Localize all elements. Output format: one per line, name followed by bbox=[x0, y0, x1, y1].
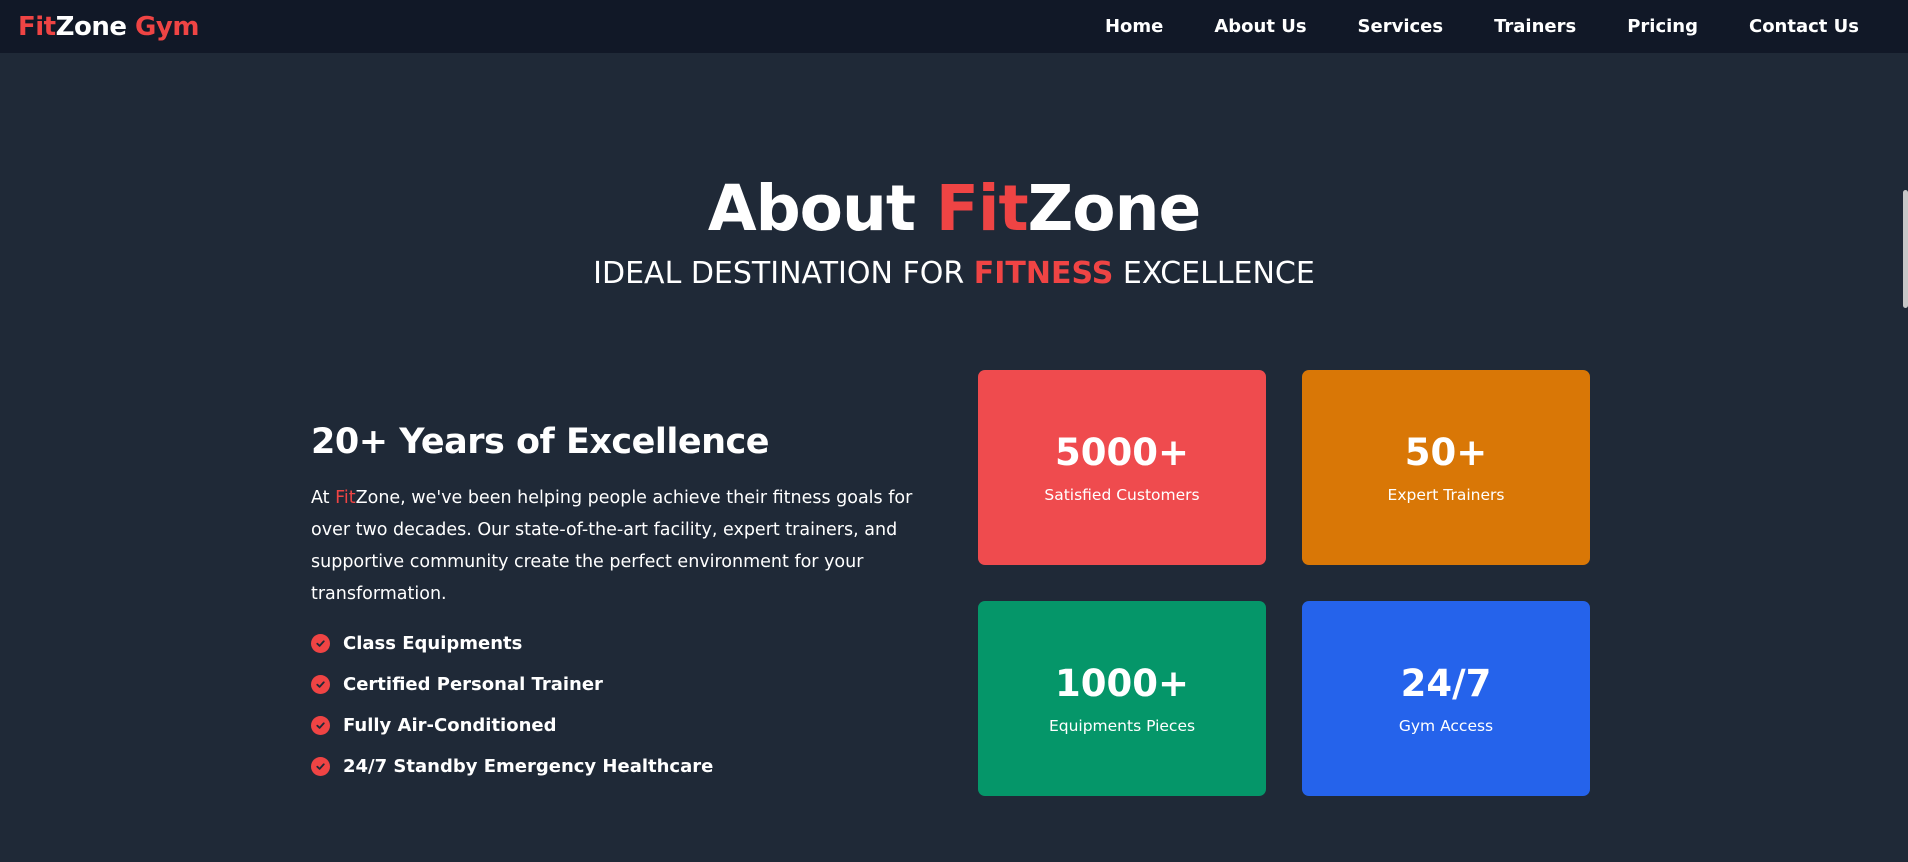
stat-card-equipment: 1000+ Equipments Pieces bbox=[978, 601, 1266, 796]
stat-card-trainers: 50+ Expert Trainers bbox=[1302, 370, 1590, 565]
feature-item: Fully Air-Conditioned bbox=[311, 705, 931, 746]
subtitle-end: EXCELLENCE bbox=[1113, 256, 1315, 291]
about-para-fit: Fit bbox=[335, 488, 356, 508]
top-navbar: FitZone Gym Home About Us Services Train… bbox=[0, 0, 1908, 53]
stat-card-access: 24/7 Gym Access bbox=[1302, 601, 1590, 796]
nav-link-trainers[interactable]: Trainers bbox=[1494, 16, 1576, 37]
stat-card-customers: 5000+ Satisfied Customers bbox=[978, 370, 1266, 565]
subtitle-fitness: FITNESS bbox=[973, 256, 1114, 291]
title-about: About bbox=[707, 172, 936, 245]
stat-label: Gym Access bbox=[1398, 717, 1494, 735]
nav-links: Home About Us Services Trainers Pricing … bbox=[1105, 16, 1859, 37]
nav-link-services[interactable]: Services bbox=[1358, 16, 1444, 37]
feature-item: Certified Personal Trainer bbox=[311, 664, 931, 705]
stat-value: 1000+ bbox=[1055, 662, 1189, 705]
nav-link-contact-us[interactable]: Contact Us bbox=[1749, 16, 1859, 37]
feature-list: Class Equipments Certified Personal Trai… bbox=[311, 623, 931, 787]
about-heading: 20+ Years of Excellence bbox=[311, 422, 770, 462]
about-paragraph: At FitZone, we've been helping people ac… bbox=[311, 482, 931, 610]
logo-fit: Fit bbox=[18, 11, 56, 42]
title-fit: Fit bbox=[935, 172, 1029, 245]
stat-label: Expert Trainers bbox=[1387, 486, 1505, 504]
about-para-at: At bbox=[311, 488, 336, 508]
page-title: About FitZone bbox=[0, 172, 1908, 245]
feature-label: Certified Personal Trainer bbox=[343, 674, 603, 695]
nav-link-about-us[interactable]: About Us bbox=[1214, 16, 1306, 37]
stat-label: Satisfied Customers bbox=[1044, 486, 1200, 504]
page-subtitle: IDEAL DESTINATION FOR FITNESS EXCELLENCE bbox=[0, 256, 1908, 291]
nav-link-home[interactable]: Home bbox=[1105, 16, 1163, 37]
feature-label: Class Equipments bbox=[343, 633, 523, 654]
stat-value: 24/7 bbox=[1400, 662, 1492, 705]
stat-label: Equipments Pieces bbox=[1048, 717, 1196, 735]
feature-item: Class Equipments bbox=[311, 623, 931, 664]
title-zone: Zone bbox=[1027, 172, 1202, 245]
subtitle-start: IDEAL DESTINATION FOR bbox=[593, 256, 974, 291]
site-logo[interactable]: FitZone Gym bbox=[18, 12, 199, 42]
about-section: 20+ Years of Excellence At FitZone, we'v… bbox=[311, 422, 931, 787]
check-circle-icon bbox=[311, 716, 330, 735]
nav-link-pricing[interactable]: Pricing bbox=[1627, 16, 1698, 37]
check-circle-icon bbox=[311, 757, 330, 776]
about-para-rest: Zone, we've been helping people achieve … bbox=[311, 488, 913, 604]
check-circle-icon bbox=[311, 675, 330, 694]
feature-item: 24/7 Standby Emergency Healthcare bbox=[311, 746, 931, 787]
logo-zone: Zone bbox=[55, 11, 127, 42]
stat-value: 5000+ bbox=[1055, 431, 1189, 474]
feature-label: Fully Air-Conditioned bbox=[343, 715, 557, 736]
logo-gym: Gym bbox=[135, 11, 199, 42]
check-circle-icon bbox=[311, 634, 330, 653]
feature-label: 24/7 Standby Emergency Healthcare bbox=[343, 756, 714, 777]
stat-value: 50+ bbox=[1404, 431, 1488, 474]
